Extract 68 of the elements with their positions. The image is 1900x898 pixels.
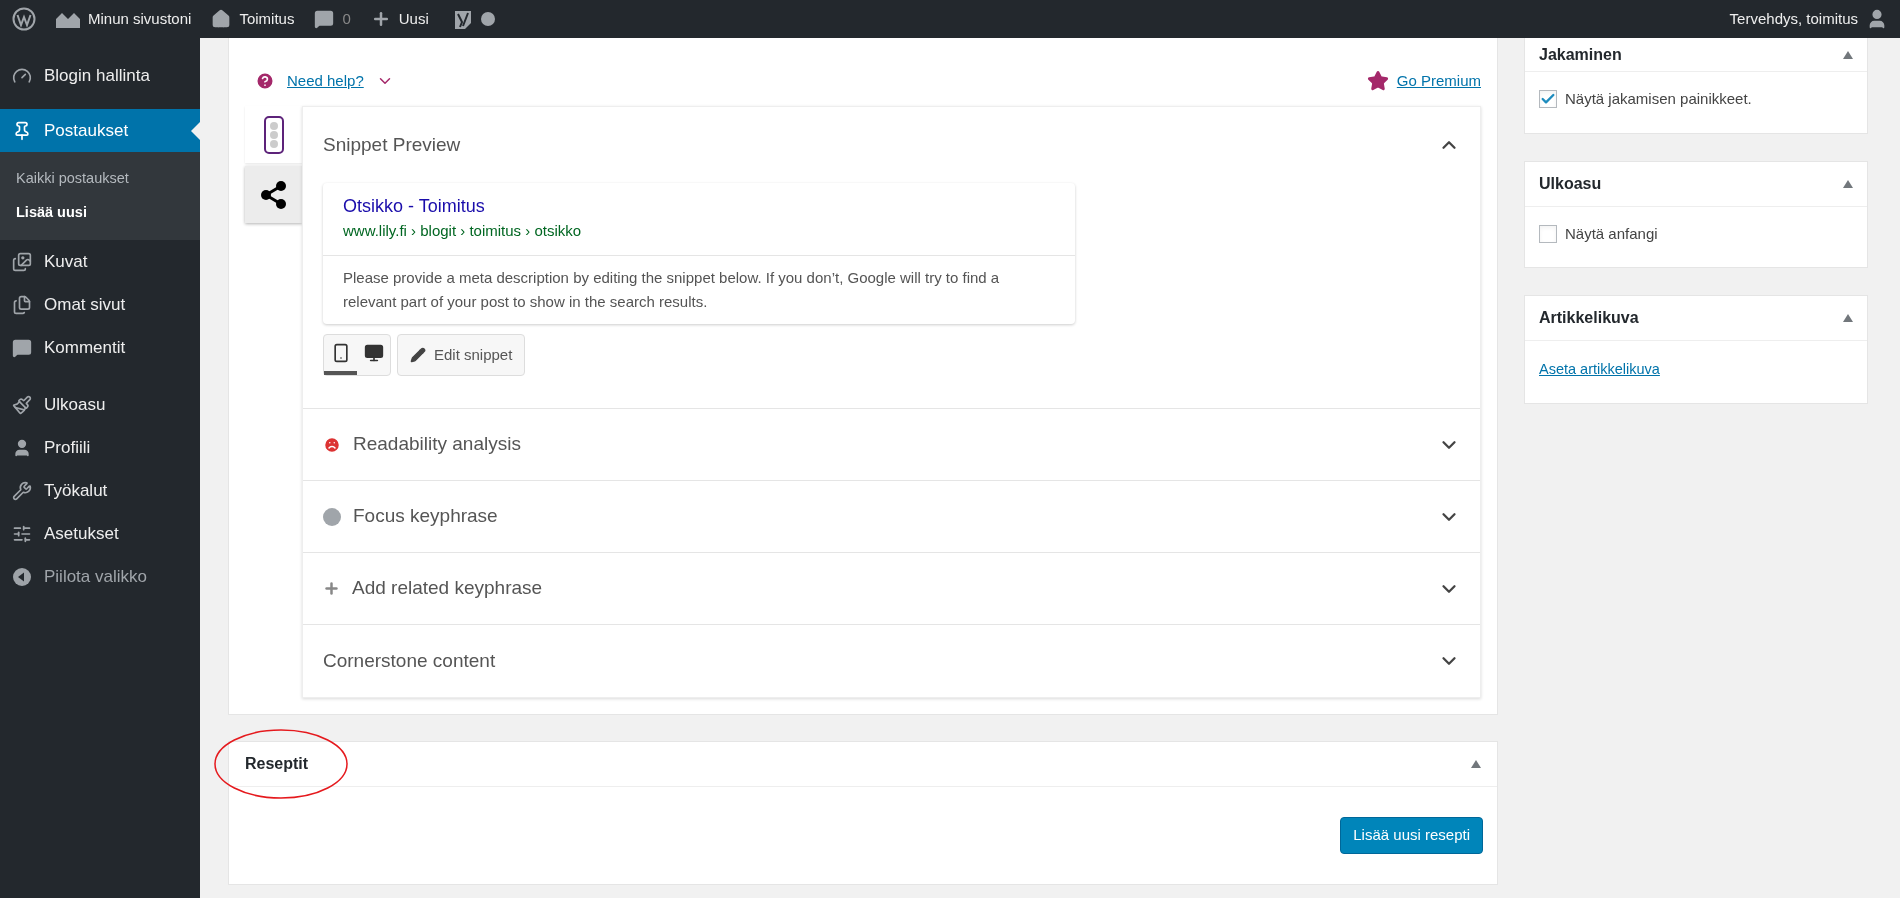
collapse-triangle-icon[interactable] xyxy=(1843,314,1853,322)
status-dot-icon xyxy=(480,12,495,26)
menu-item[interactable]: Työkalut xyxy=(0,469,200,512)
menu-icon xyxy=(12,337,32,358)
collapse-triangle-icon[interactable] xyxy=(1471,760,1481,768)
menu-item[interactable]: Kommentit xyxy=(0,326,200,369)
menu-icon xyxy=(12,294,32,315)
comment-icon[interactable] xyxy=(314,9,335,29)
site-link[interactable]: Toimitus xyxy=(239,7,295,31)
box-title: Ulkoasu xyxy=(1539,173,1602,194)
menu-icon xyxy=(12,523,32,544)
premium-link[interactable]: Go Premium xyxy=(1396,69,1481,93)
side-tab[interactable] xyxy=(245,166,302,223)
help-link[interactable]: Need help? xyxy=(287,69,364,93)
submenu-item[interactable]: Kaikki postaukset xyxy=(0,162,200,196)
section-title[interactable]: Snippet Preview xyxy=(323,130,461,160)
site-name-link[interactable]: Minun sivustoni xyxy=(88,7,192,31)
menu-item[interactable]: Kuvat xyxy=(0,240,200,283)
menu-icon xyxy=(12,437,32,458)
collapse-triangle-icon[interactable] xyxy=(1843,50,1853,59)
menu-item[interactable]: Postaukset xyxy=(0,109,200,152)
box-title: Artikkelikuva xyxy=(1539,308,1639,328)
card-title: Reseptit xyxy=(245,754,309,774)
menu-item[interactable]: Blogin hallinta xyxy=(0,54,200,97)
pencil-icon xyxy=(410,347,426,363)
menu-icon xyxy=(12,251,32,272)
checkbox-label: Näytä jakamisen painikkeet. xyxy=(1565,89,1752,109)
traffic-light-icon xyxy=(263,115,284,154)
menu-icon xyxy=(12,394,32,415)
collapsible-section[interactable]: Add related keyphrase xyxy=(303,553,1480,625)
y-logo-icon[interactable] xyxy=(452,8,473,30)
collapsible-section[interactable]: Cornerstone content xyxy=(303,625,1480,697)
checkbox-label: Näytä anfangi xyxy=(1565,223,1658,244)
plus-icon xyxy=(323,580,340,597)
current-pointer-icon xyxy=(191,121,200,140)
help-icon xyxy=(255,71,275,91)
greeting-text[interactable]: Tervehdys, toimitus xyxy=(1729,7,1858,31)
sad-face-icon xyxy=(323,435,341,454)
share-icon xyxy=(258,179,289,210)
submenu-item[interactable]: Lisää uusi xyxy=(0,196,200,230)
monitor-icon xyxy=(363,343,384,363)
collapse-triangle-icon[interactable] xyxy=(1843,179,1853,188)
score-dot-icon xyxy=(323,507,341,526)
menu-icon xyxy=(12,120,32,141)
snippet-header[interactable]: Snippet Preview xyxy=(303,107,1480,183)
home-icon xyxy=(211,9,232,29)
checkbox[interactable] xyxy=(1539,224,1557,243)
preview-description: Please provide a meta description by editing the snippet below. If you don’t, Google will try to find a relevant part of your post to show in the search results. xyxy=(342,268,1001,312)
menu-item[interactable]: Omat sivut xyxy=(0,283,200,326)
checkbox[interactable] xyxy=(1539,90,1557,109)
comment-count: 0 xyxy=(342,8,351,29)
wordpress-logo-icon[interactable] xyxy=(12,7,36,31)
preview-url: www.lily.fi › blogit › toimitus › otsikko xyxy=(343,221,583,241)
menu-item[interactable]: Ulkoasu xyxy=(0,383,200,426)
menu-icon xyxy=(12,480,32,501)
menu-item[interactable]: Asetukset xyxy=(0,512,200,555)
new-link[interactable]: Uusi xyxy=(398,7,429,31)
star-icon xyxy=(1366,70,1389,92)
menu-item[interactable]: Profiili xyxy=(0,426,200,469)
box-title: Jakaminen xyxy=(1539,44,1622,65)
collapse-menu-item[interactable]: Piilota valikko xyxy=(0,555,200,598)
featured-image-link[interactable]: Aseta artikkelikuva xyxy=(1539,361,1660,377)
side-tab[interactable] xyxy=(245,106,302,163)
add-recipe-button[interactable]: Lisää uusi resepti xyxy=(1340,817,1483,854)
edit-snippet-button[interactable]: Edit snippet xyxy=(397,334,526,376)
collapsible-section[interactable]: Readability analysis xyxy=(303,409,1480,481)
preview-title: Otsikko - Toimitus xyxy=(343,195,486,218)
collapsible-section[interactable]: Focus keyphrase xyxy=(303,481,1480,553)
